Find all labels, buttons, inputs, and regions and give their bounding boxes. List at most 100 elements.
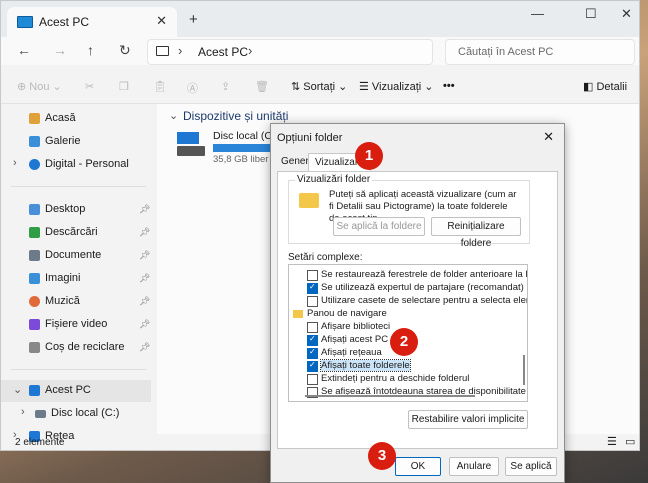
chevron-right-icon: › — [178, 43, 183, 58]
maximize-button[interactable]: ☐ — [585, 6, 597, 22]
sidebar-item-disc-local[interactable]: › Disc local (C:) — [1, 403, 151, 425]
pictures-icon — [29, 273, 40, 284]
checkbox[interactable] — [307, 347, 318, 359]
sidebar-item-acasa[interactable]: Acasă — [1, 108, 151, 130]
ok-button[interactable]: OK — [395, 457, 441, 476]
windows-logo-icon — [177, 132, 199, 144]
folder-views-group: Vizualizări folder Puteți să aplicați ac… — [288, 174, 530, 249]
checkbox[interactable] — [307, 296, 318, 307]
sidebar-item-label: Acest PC — [45, 384, 91, 396]
pin-icon: 📌︎ — [139, 273, 151, 283]
minimize-button[interactable]: — — [531, 6, 544, 21]
copy-icon[interactable]: ❐ — [119, 80, 129, 93]
computer-icon — [29, 385, 40, 396]
tiles-view-icon[interactable]: ▭ — [625, 435, 635, 448]
apply-to-folders-button[interactable]: Se aplică la foldere — [333, 217, 425, 236]
view-tab-panel: Vizualizări folder Puteți să aplicați ac… — [277, 171, 558, 449]
forward-arrow-icon[interactable]: → — [53, 42, 67, 58]
item-count: 2 elemente — [15, 437, 65, 448]
address-box[interactable]: › Acest PC › — [147, 39, 433, 65]
sidebar-item-acest-pc[interactable]: ⌄ Acest PC — [1, 380, 151, 402]
videos-icon — [29, 319, 40, 330]
view-button[interactable]: ☰ Vizualizați ⌄ — [359, 80, 434, 93]
sidebar-item-label: Acasă — [45, 112, 76, 124]
close-tab-icon[interactable]: ✕ — [156, 13, 167, 29]
cut-icon[interactable]: ✂ — [85, 80, 94, 93]
folder-options-dialog: Opțiuni folder ✕ General Vizualizare Viz… — [270, 123, 565, 483]
setting-show-all-folders[interactable]: Afișați toate folderele — [289, 359, 515, 373]
cloud-icon — [29, 159, 40, 170]
back-arrow-icon[interactable]: ← — [17, 42, 31, 58]
checkbox[interactable] — [307, 270, 318, 281]
refresh-icon[interactable]: ↻ — [119, 42, 131, 59]
tab-acest-pc[interactable]: Acest PC ✕ — [7, 7, 177, 37]
drive-icon — [35, 410, 46, 418]
sidebar-item-descarcari[interactable]: Descărcări 📌︎ — [1, 222, 151, 244]
checkbox[interactable] — [307, 322, 318, 333]
navigation-pane: Acasă Galerie › Digital - Personal Deskt… — [1, 104, 151, 442]
breadcrumb-acest-pc[interactable]: Acest PC — [198, 45, 248, 59]
download-icon — [29, 227, 40, 238]
sidebar-item-onedrive[interactable]: › Digital - Personal — [1, 154, 151, 176]
step-badge-3: 3 — [368, 442, 396, 470]
close-window-button[interactable]: ✕ — [621, 6, 632, 22]
sidebar-item-label: Disc local (C:) — [51, 407, 120, 419]
sort-button[interactable]: ⇅ Sortați ⌄ — [291, 80, 347, 93]
checkbox[interactable] — [307, 360, 318, 372]
apply-button[interactable]: Se aplică — [505, 457, 557, 476]
vertical-scrollbar[interactable] — [523, 355, 525, 385]
setting-label: Afișați rețeaua — [321, 347, 382, 358]
chevron-right-icon[interactable]: › — [13, 157, 17, 169]
rename-icon[interactable]: Ⓐ — [187, 80, 198, 96]
folder-icon — [299, 193, 319, 208]
music-icon — [29, 296, 40, 307]
close-icon[interactable]: ✕ — [543, 129, 554, 145]
details-view-icon[interactable]: ☰ — [607, 435, 617, 448]
sidebar-item-label: Imagini — [45, 272, 81, 284]
recycle-bin-icon — [29, 342, 40, 353]
new-button[interactable]: ⊕ Nou ⌄ — [17, 80, 62, 93]
chevron-down-icon[interactable]: ⌄ — [13, 383, 22, 396]
paste-icon[interactable]: 📋︎ — [153, 80, 167, 93]
setting-availability-status[interactable]: Se afișează întotdeauna starea de dispon… — [289, 386, 526, 399]
new-tab-button[interactable]: + — [189, 11, 198, 28]
share-icon[interactable]: ⇪ — [221, 80, 230, 93]
chevron-down-icon[interactable]: ⌄ — [169, 109, 178, 122]
checkbox[interactable] — [307, 282, 318, 294]
checkbox[interactable] — [307, 334, 318, 346]
setting-sharing-wizard[interactable]: Se utilizează expertul de partajare (rec… — [289, 282, 524, 295]
sidebar-item-imagini[interactable]: Imagini 📌︎ — [1, 268, 151, 290]
checkbox[interactable] — [307, 374, 318, 385]
step-badge-2: 2 — [390, 328, 418, 356]
setting-label: Se restaurează ferestrele de folder ante… — [321, 269, 528, 280]
computer-icon — [17, 16, 33, 28]
setting-check-boxes[interactable]: Utilizare casete de selectare pentru a s… — [289, 295, 527, 308]
sidebar-item-galerie[interactable]: Galerie — [1, 131, 151, 153]
drive-icon — [177, 146, 205, 156]
search-input[interactable]: Căutați în Acest PC — [445, 39, 635, 65]
cancel-button[interactable]: Anulare — [449, 457, 499, 476]
more-options-button[interactable]: ••• — [443, 80, 455, 92]
sidebar-item-documente[interactable]: Documente 📌︎ — [1, 245, 151, 267]
sidebar-divider — [11, 186, 146, 187]
sidebar-item-label: Muzică — [45, 295, 80, 307]
gallery-icon — [29, 136, 40, 147]
delete-icon[interactable]: 🗑︎ — [255, 80, 269, 93]
setting-restore-windows[interactable]: Se restaurează ferestrele de folder ante… — [289, 269, 527, 282]
restore-defaults-button[interactable]: Restabilire valori implicite — [408, 410, 528, 429]
up-arrow-icon[interactable]: ↑ — [87, 42, 94, 58]
view-label: Vizualizați — [371, 81, 422, 93]
sidebar-item-cos-de-reciclare[interactable]: Coș de reciclare 📌︎ — [1, 337, 151, 359]
sidebar-item-muzica[interactable]: Muzică 📌︎ — [1, 291, 151, 313]
sidebar-item-fisiere-video[interactable]: Fișiere video 📌︎ — [1, 314, 151, 336]
chevron-right-icon[interactable]: › — [21, 406, 25, 418]
horizontal-scrollbar[interactable] — [305, 395, 475, 397]
setting-label: Se utilizează expertul de partajare (rec… — [321, 282, 524, 293]
setting-expand-to-folder[interactable]: Extindeți pentru a deschide folderul — [289, 373, 515, 386]
sidebar-item-desktop[interactable]: Desktop 📌︎ — [1, 199, 151, 221]
documents-icon — [29, 250, 40, 261]
section-title[interactable]: Dispozitive și unități — [183, 109, 288, 123]
details-button[interactable]: ◧ Detalii — [583, 80, 627, 93]
command-bar: ⊕ Nou ⌄ ✂ ❐ 📋︎ Ⓐ ⇪ 🗑︎ ⇅ Sortați ⌄ ☰ Vizu… — [1, 73, 639, 104]
reset-folders-button[interactable]: Reinițializare foldere — [431, 217, 521, 249]
